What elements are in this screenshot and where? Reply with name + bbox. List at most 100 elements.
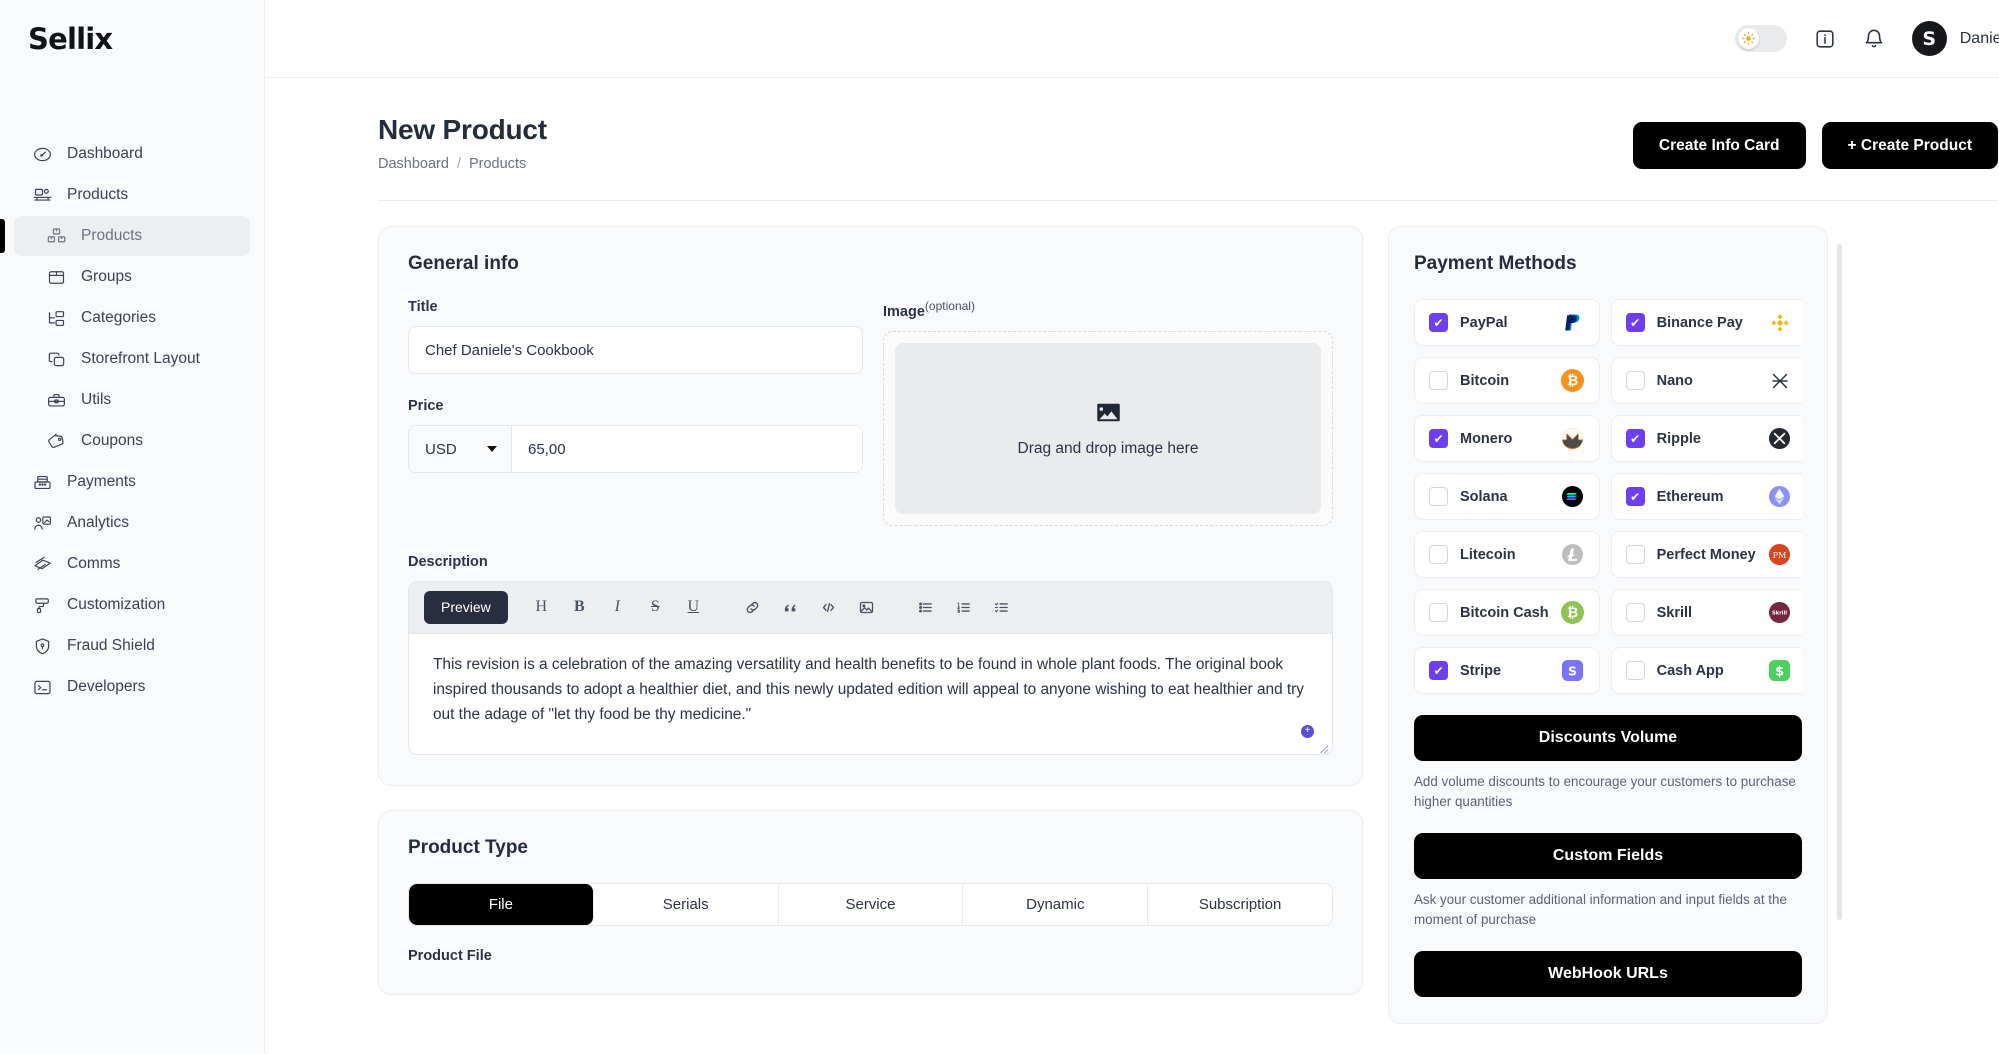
cashapp-logo: $: [1768, 659, 1792, 683]
checkbox-perfect-money[interactable]: [1625, 545, 1645, 564]
header-actions: Create Info Card + Create Product: [1632, 114, 1998, 169]
toolbox-icon: [46, 390, 67, 411]
general-info-title: General info: [408, 253, 519, 274]
payment-method-monero[interactable]: Monero: [1414, 415, 1600, 462]
gauge-icon: [32, 144, 53, 165]
payment-method-skrill[interactable]: Skrill Skrill: [1610, 589, 1802, 636]
custom-fields-button[interactable]: Custom Fields: [1414, 833, 1802, 880]
title-input[interactable]: [408, 326, 863, 374]
sidebar-item-dashboard[interactable]: Dashboard: [14, 134, 250, 174]
breadcrumb-products[interactable]: Products: [469, 156, 526, 172]
checkbox-litecoin[interactable]: [1429, 545, 1448, 564]
sidebar-item-groups[interactable]: Groups: [14, 257, 250, 297]
breadcrumb-separator: /: [456, 156, 461, 172]
payment-methods-scroll: PayPal Binance Pay Bitcoin ₿ Nano Monero Rippl…: [1414, 299, 1802, 998]
breadcrumb-dashboard[interactable]: Dashboard: [378, 156, 449, 172]
create-product-button[interactable]: + Create Product: [1821, 122, 1998, 169]
create-info-card-button[interactable]: Create Info Card: [1632, 122, 1806, 169]
strikethrough-icon[interactable]: S: [639, 591, 672, 624]
webhook-urls-button[interactable]: WebHook URLs: [1414, 951, 1802, 998]
sidebar-item-products[interactable]: Products: [14, 175, 250, 215]
payment-method-ethereum[interactable]: Ethereum: [1610, 473, 1802, 520]
right-column: Payment Methods PayPal Binance Pay Bitcoin…: [1388, 226, 1842, 1025]
preview-button[interactable]: Preview: [424, 590, 508, 624]
add-block-icon[interactable]: +: [1301, 724, 1314, 738]
numbered-list-icon[interactable]: [947, 591, 980, 624]
quote-icon[interactable]: [774, 591, 807, 624]
left-column: General info Title Price USD: [378, 226, 1363, 995]
payment-method-nano[interactable]: Nano: [1610, 357, 1802, 404]
discounts-volume-button[interactable]: Discounts Volume: [1414, 715, 1802, 761]
checkbox-monero[interactable]: [1429, 429, 1448, 448]
task-list-icon[interactable]: [985, 591, 1018, 624]
payment-method-binance-pay[interactable]: Binance Pay: [1610, 299, 1802, 346]
bullet-list-icon[interactable]: [909, 591, 942, 624]
sidebar-item-categories[interactable]: Categories: [14, 298, 250, 338]
bitcoin-logo: ₿: [1561, 369, 1585, 393]
heading-icon[interactable]: H: [525, 591, 558, 624]
product-type-tab-serials[interactable]: Serials: [594, 883, 779, 925]
brand-logo[interactable]: Sellix: [0, 0, 264, 56]
checkbox-nano[interactable]: [1625, 371, 1645, 390]
sidebar-item-label: Fraud Shield: [67, 637, 155, 654]
binance-logo: [1768, 311, 1792, 335]
sidebar-item-comms[interactable]: Comms: [14, 544, 250, 584]
currency-select[interactable]: USD: [409, 426, 512, 472]
sidebar-item-analytics[interactable]: Analytics: [14, 503, 250, 543]
image-icon[interactable]: [850, 591, 883, 624]
payment-method-solana[interactable]: Solana: [1414, 473, 1600, 520]
price-input[interactable]: [512, 426, 862, 472]
product-type-tab-file[interactable]: File: [409, 883, 594, 925]
checkbox-skrill[interactable]: [1625, 603, 1645, 622]
custom-fields-help-text: Ask your customer additional information…: [1414, 892, 1787, 928]
light-mode-toggle[interactable]: [1734, 25, 1787, 52]
info-icon[interactable]: [1814, 28, 1836, 50]
checkbox-cash-app[interactable]: [1625, 661, 1645, 680]
payment-method-litecoin[interactable]: Litecoin: [1414, 531, 1600, 578]
payment-method-stripe[interactable]: Stripe S: [1414, 647, 1600, 694]
sidebar-item-utils[interactable]: Utils: [14, 380, 250, 420]
products-icon: [32, 185, 53, 206]
sun-icon: [1741, 32, 1755, 45]
link-icon[interactable]: [736, 591, 769, 624]
payment-method-ripple[interactable]: Ripple: [1610, 415, 1802, 462]
product-type-tab-service[interactable]: Service: [779, 883, 964, 925]
solana-logo: [1561, 485, 1585, 509]
checkbox-bitcoin-cash[interactable]: [1429, 603, 1448, 622]
avatar-initial: S: [1911, 21, 1947, 56]
sidebar-item-customization[interactable]: Customization: [14, 585, 250, 625]
underline-icon[interactable]: U: [677, 591, 710, 624]
description-textarea[interactable]: This revision is a celebration of the am…: [409, 634, 1332, 754]
image-dropzone[interactable]: Drag and drop image here: [895, 342, 1321, 514]
payment-method-bitcoin[interactable]: Bitcoin ₿: [1414, 357, 1600, 404]
payment-method-cash-app[interactable]: Cash App $: [1610, 647, 1802, 694]
payment-method-perfect-money[interactable]: Perfect Money PM: [1610, 531, 1802, 578]
payment-panel-scrollbar[interactable]: [1837, 244, 1842, 920]
sidebar-item-products-sub[interactable]: Products: [0, 216, 250, 256]
code-icon[interactable]: [812, 591, 845, 624]
sidebar-item-fraud-shield[interactable]: Fraud Shield: [14, 626, 250, 666]
payment-method-label: Ethereum: [1656, 488, 1724, 505]
product-type-tab-dynamic[interactable]: Dynamic: [963, 883, 1149, 925]
checkbox-solana[interactable]: [1429, 487, 1448, 506]
avatar[interactable]: S Daniele: [1911, 21, 1999, 56]
sidebar-item-coupons[interactable]: Coupons: [14, 421, 250, 461]
bell-icon[interactable]: [1863, 28, 1885, 50]
bold-icon[interactable]: B: [563, 591, 596, 624]
checkbox-stripe[interactable]: [1429, 661, 1448, 680]
resize-handle[interactable]: [1318, 741, 1329, 754]
checkbox-bitcoin[interactable]: [1429, 371, 1448, 390]
checkbox-paypal[interactable]: [1429, 313, 1448, 332]
italic-icon[interactable]: I: [601, 591, 634, 624]
shield-icon: [32, 636, 53, 657]
sidebar-item-developers[interactable]: Developers: [14, 667, 250, 707]
checkbox-ethereum[interactable]: [1625, 487, 1645, 506]
payment-method-bitcoin-cash[interactable]: Bitcoin Cash ₿: [1414, 589, 1600, 636]
checkbox-ripple[interactable]: [1625, 429, 1645, 448]
sidebar-item-storefront-layout[interactable]: Storefront Layout: [14, 339, 250, 379]
payment-method-paypal[interactable]: PayPal: [1414, 299, 1600, 346]
sidebar-item-payments[interactable]: Payments: [14, 462, 250, 502]
product-type-tab-subscription[interactable]: Subscription: [1148, 884, 1332, 925]
litecoin-logo: [1561, 543, 1585, 567]
checkbox-binance-pay[interactable]: [1625, 313, 1645, 332]
